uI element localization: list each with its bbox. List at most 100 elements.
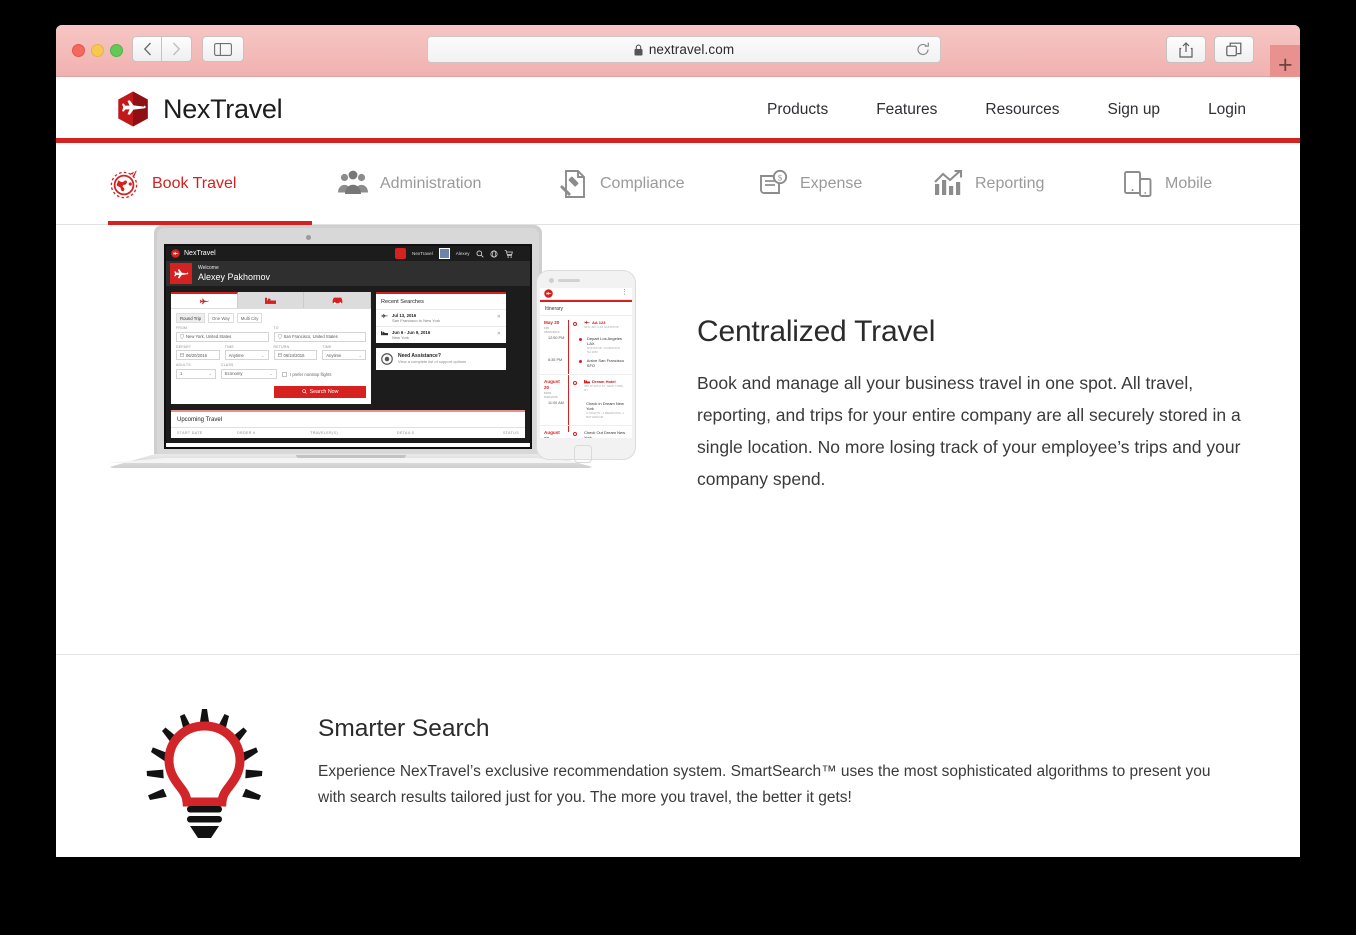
mock-search-now-button[interactable]: Search Now bbox=[274, 385, 366, 398]
timeline-node-icon bbox=[573, 432, 577, 437]
mock-origin-destination-row: FROM New York, United States TO San Fran… bbox=[171, 325, 371, 344]
mock-from-input[interactable]: New York, United States bbox=[176, 331, 269, 342]
tab-expense[interactable]: $ Expense bbox=[732, 143, 907, 225]
nav-login[interactable]: Login bbox=[1184, 101, 1270, 119]
mock-return-field: RETURN 06/24/2016 bbox=[273, 345, 318, 361]
sidebar-icon bbox=[214, 42, 232, 56]
mock-upcoming-title: Upcoming Travel bbox=[177, 416, 223, 423]
tab-label: Reporting bbox=[975, 174, 1045, 192]
chevron-down-icon: ⌄ bbox=[208, 371, 212, 377]
mock-brand: NexTravel bbox=[184, 250, 216, 257]
tab-reporting[interactable]: Reporting bbox=[907, 143, 1097, 225]
mock-trip-oneway[interactable]: One Way bbox=[208, 313, 234, 324]
mock-return-input[interactable]: 06/24/2016 bbox=[273, 350, 318, 361]
hero-section: NexTravel NexTravel Alexey Welcome Alexe… bbox=[56, 225, 1300, 655]
mock-tab-flights[interactable] bbox=[171, 292, 238, 308]
mock-recent-searches-card: Recent Searches Jul 13, 2016 San Francis… bbox=[376, 292, 506, 343]
tab-mobile[interactable]: Mobile bbox=[1097, 143, 1267, 225]
mock-to-label: TO bbox=[273, 326, 279, 331]
col-order-number: ORDER # bbox=[236, 430, 256, 435]
url-text: nextravel.com bbox=[648, 42, 735, 57]
close-icon[interactable]: ✕ bbox=[497, 331, 501, 337]
hero-heading: Centralized Travel bbox=[697, 315, 936, 348]
hotel-icon bbox=[381, 331, 388, 336]
reload-icon[interactable] bbox=[916, 42, 930, 62]
mock-recent-item[interactable]: Jun 6 - Jun 9, 2016 New York ✕ bbox=[376, 326, 506, 343]
hero-body: Book and manage all your business travel… bbox=[697, 373, 1241, 489]
window-minimize-button[interactable] bbox=[91, 44, 104, 57]
smarter-search-body: Experience NexTravel’s exclusive recomme… bbox=[318, 763, 1211, 806]
mock-upcoming-travel: Upcoming Travel START DATE ORDER # TRAVE… bbox=[171, 409, 525, 438]
phone-row-label: Depart Los Angeles LAX bbox=[587, 335, 622, 346]
address-bar[interactable]: nextravel.com bbox=[427, 36, 941, 63]
mock-depart-field: DEPART 06/20/2016 bbox=[176, 345, 220, 361]
tab-label: Compliance bbox=[600, 174, 685, 192]
tabs-overview-icon bbox=[1226, 42, 1242, 57]
mock-trip-multi[interactable]: Multi City bbox=[236, 313, 263, 324]
share-button[interactable] bbox=[1166, 36, 1206, 63]
search-icon bbox=[301, 389, 307, 394]
mock-topbar: NexTravel NexTravel Alexey bbox=[166, 246, 530, 261]
car-icon bbox=[332, 297, 342, 304]
cart-icon bbox=[504, 249, 513, 258]
overflow-menu-icon[interactable]: ⋮ bbox=[621, 289, 628, 296]
receipt-dollar-icon: $ bbox=[760, 169, 788, 194]
mock-depart-input[interactable]: 06/20/2016 bbox=[176, 350, 220, 361]
mock-class-select[interactable]: Economy ⌄ bbox=[221, 368, 277, 379]
mock-topbar-right: NexTravel Alexey bbox=[395, 248, 525, 259]
brand-logo[interactable]: NexTravel bbox=[114, 90, 283, 128]
back-button[interactable] bbox=[132, 36, 162, 62]
phone-entry-main: Dream Hotel bbox=[592, 378, 616, 384]
phone-itinerary-entry[interactable]: August 20 MON 8/20/2016 Dream Hotel 355 … bbox=[540, 375, 632, 427]
window-close-button[interactable] bbox=[72, 44, 85, 57]
phone-row-time: 8:35 PM bbox=[548, 357, 563, 362]
nextravel-logo-icon bbox=[544, 289, 553, 298]
tab-compliance[interactable]: Compliance bbox=[532, 143, 732, 225]
checkbox-box bbox=[282, 371, 287, 377]
sidebar-toggle-button[interactable] bbox=[202, 36, 244, 62]
phone-itinerary-entry[interactable]: August 22 WED 8/22/2016 Check Out Dream … bbox=[540, 426, 632, 438]
col-travelers: TRAVELER(S) bbox=[310, 430, 338, 435]
phone-entry-row: 8:35 PM Arrive San Francisco SFO bbox=[544, 356, 628, 370]
tab-label: Book Travel bbox=[152, 174, 237, 192]
mock-depart-time-select[interactable]: Anytime ⌄ bbox=[224, 350, 269, 361]
tab-administration[interactable]: Administration bbox=[312, 143, 532, 225]
tab-label: Expense bbox=[800, 174, 863, 192]
mock-tab-cars[interactable] bbox=[304, 292, 372, 308]
mock-recent-route: New York bbox=[392, 335, 409, 340]
mock-from-value: New York, United States bbox=[186, 334, 232, 340]
phone-screen: ⋮ Itinerary May 20 FRI 05/20/2016 AA 123… bbox=[540, 288, 632, 438]
mock-search-tabs bbox=[171, 292, 372, 309]
tab-label: Administration bbox=[380, 174, 482, 192]
mock-assistance-card[interactable]: Need Assistance? View a complete list of… bbox=[376, 348, 506, 370]
mock-return-time-select[interactable]: Anytime ⌄ bbox=[322, 350, 366, 361]
phone-home-button[interactable] bbox=[574, 445, 592, 463]
nav-sign-up[interactable]: Sign up bbox=[1083, 101, 1184, 119]
mock-welcome-bar: Welcome Alexey Pakhomov bbox=[166, 261, 530, 286]
tab-label: Mobile bbox=[1165, 174, 1213, 192]
tab-book-travel[interactable]: Book Travel bbox=[108, 143, 312, 225]
phone-itinerary-entry[interactable]: May 20 FRI 05/20/2016 AA 123 SFO-JFK 2:1… bbox=[540, 316, 632, 375]
nav-resources[interactable]: Resources bbox=[961, 101, 1083, 119]
mock-recent-item[interactable]: Jul 13, 2016 San Francisco to New York ✕ bbox=[376, 309, 506, 326]
phone-appbar: ⋮ bbox=[540, 288, 632, 300]
nav-features[interactable]: Features bbox=[852, 101, 961, 119]
mock-adults-select[interactable]: 1 ⌄ bbox=[176, 368, 216, 379]
phone-row-detail: NONSTOP • DURATION 5H 20M bbox=[587, 345, 620, 354]
forward-button[interactable] bbox=[162, 36, 192, 62]
mock-tab-hotels[interactable] bbox=[237, 292, 305, 308]
mock-return-value: 06/24/2016 bbox=[283, 352, 305, 358]
mock-side-column: Recent Searches Jul 13, 2016 San Francis… bbox=[376, 292, 506, 404]
mock-to-input[interactable]: San Francisco, United States bbox=[273, 331, 366, 342]
mock-from-label: FROM bbox=[176, 326, 188, 331]
nav-products[interactable]: Products bbox=[743, 101, 852, 119]
show-all-tabs-button[interactable] bbox=[1214, 36, 1254, 63]
phone-entry-row: 12:50 PM Depart Los Angeles LAX NONSTOP … bbox=[544, 334, 628, 356]
mock-nonstop-checkbox[interactable]: I prefer nonstop flights bbox=[282, 363, 331, 379]
mock-return-time-value: Anytime bbox=[326, 352, 342, 358]
window-maximize-button[interactable] bbox=[110, 44, 123, 57]
mock-search-now-label: Search Now bbox=[309, 388, 339, 395]
mock-trip-round[interactable]: Round Trip bbox=[176, 313, 206, 324]
mock-avatar bbox=[438, 248, 450, 259]
close-icon[interactable]: ✕ bbox=[497, 314, 501, 320]
